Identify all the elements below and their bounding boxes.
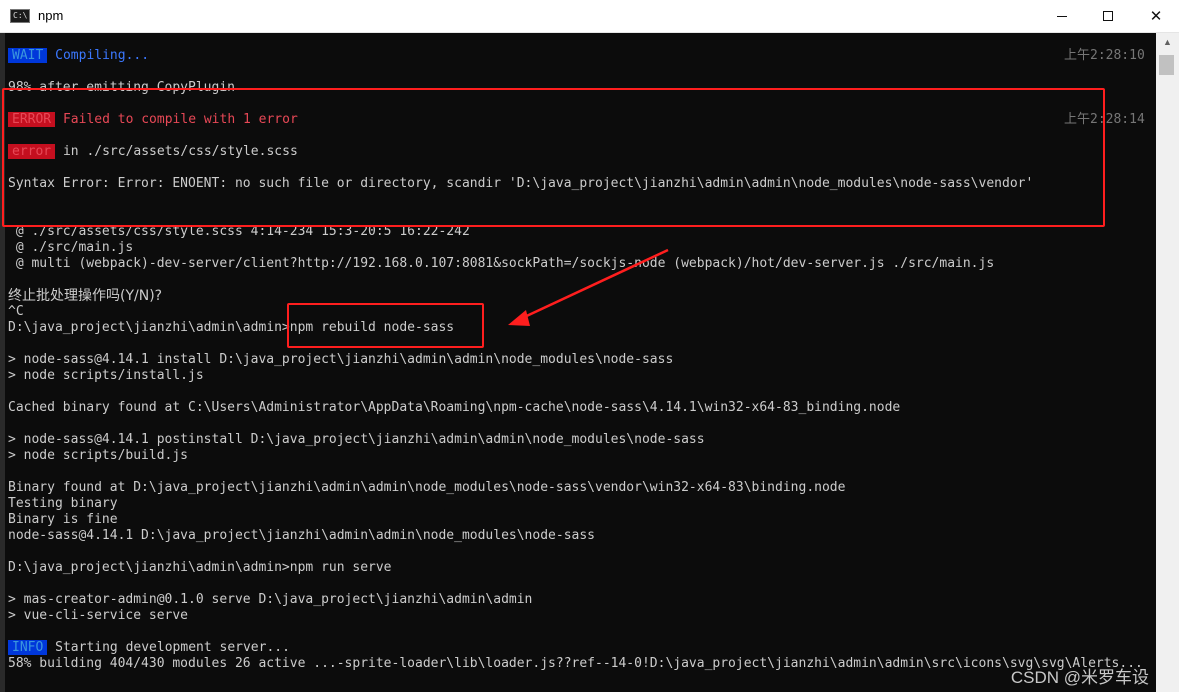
window-title: npm (38, 8, 64, 23)
minimize-button[interactable] (1039, 0, 1085, 32)
watermark: CSDN @米罗车设 (1010, 668, 1149, 687)
terminal-window: C:\ npm ✕ WAIT Compiling... 上午2:28:10 98… (0, 0, 1179, 692)
console-app-icon: C:\ (10, 9, 30, 23)
console-line: Binary is fine (8, 512, 118, 527)
error-highlight-box (2, 88, 1105, 227)
console-line: Testing binary (8, 496, 118, 511)
scroll-thumb[interactable] (1159, 55, 1174, 75)
title-bar[interactable]: C:\ npm ✕ (0, 0, 1179, 33)
console-line: > vue-cli-service serve (8, 608, 189, 623)
close-icon: ✕ (1149, 7, 1163, 25)
annotation-arrow-icon (508, 248, 669, 326)
console-line: D:\java_project\jianzhi\admin\admin>npm … (8, 560, 392, 575)
vertical-scrollbar[interactable]: ▲ (1156, 33, 1179, 692)
maximize-icon (1103, 11, 1113, 21)
wait-tag: WAIT (8, 48, 48, 63)
console-line: Cached binary found at C:\Users\Administ… (8, 400, 901, 415)
timestamp: 上午2:28:10 (1064, 48, 1145, 63)
close-button[interactable]: ✕ (1133, 0, 1179, 32)
console-line: > node scripts/build.js (8, 448, 189, 463)
console-line: > mas-creator-admin@0.1.0 serve D:\java_… (8, 592, 533, 607)
console-line: node-sass@4.14.1 D:\java_project\jianzhi… (8, 528, 595, 543)
console-line: 终止批处理操作吗(Y/N)? (8, 288, 163, 304)
console-line: 58% building 404/430 modules 26 active .… (8, 656, 1143, 671)
console-line: INFO Starting development server... (8, 640, 290, 656)
info-tag: INFO (8, 640, 48, 655)
command-highlight-box (287, 303, 484, 348)
console-line: WAIT Compiling... (8, 48, 149, 64)
console-line: > node-sass@4.14.1 postinstall D:\java_p… (8, 432, 705, 447)
console-line: Binary found at D:\java_project\jianzhi\… (8, 480, 846, 495)
scroll-up-arrow-icon[interactable]: ▲ (1156, 33, 1179, 51)
console-line: ^C (8, 304, 24, 319)
console-line: > node scripts/install.js (8, 368, 204, 383)
minimize-icon (1057, 15, 1067, 17)
maximize-button[interactable] (1085, 0, 1131, 32)
console-line: > node-sass@4.14.1 install D:\java_proje… (8, 352, 674, 367)
console-line: @ ./src/main.js (8, 240, 134, 255)
